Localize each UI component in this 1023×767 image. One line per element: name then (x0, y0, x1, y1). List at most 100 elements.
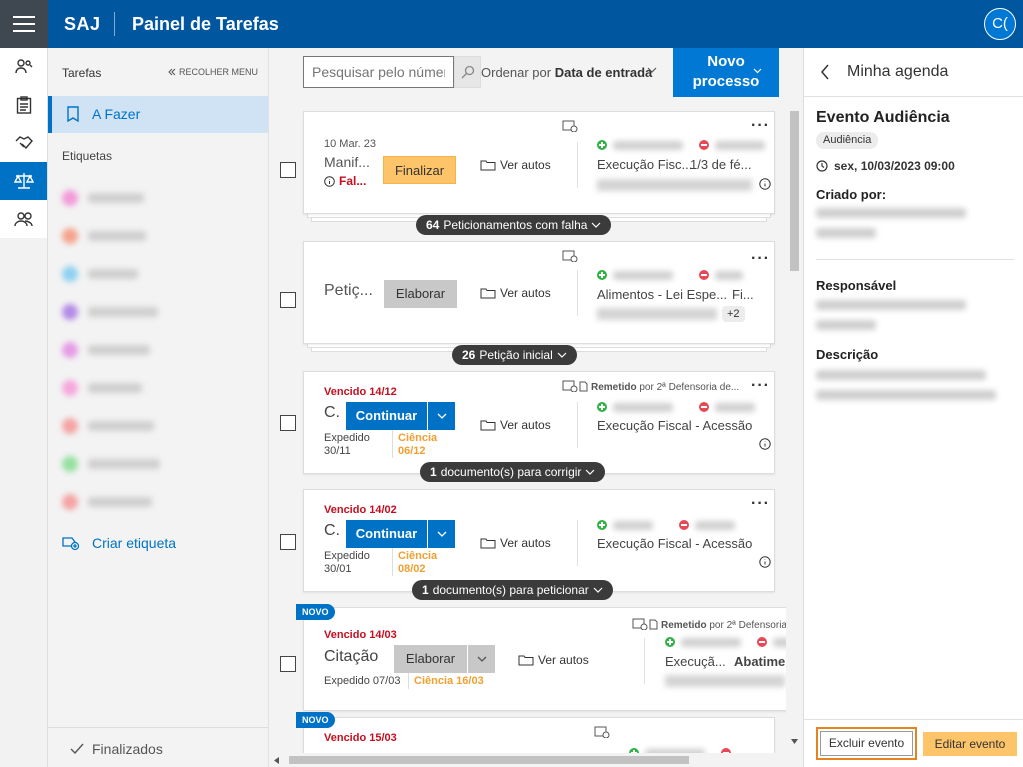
brand-logo[interactable]: SAJ (64, 0, 101, 48)
case-class: Execução Fisc... (597, 157, 693, 172)
tag-item[interactable] (62, 227, 146, 245)
minus-circle-icon (679, 520, 689, 530)
plus-circle-icon (665, 637, 675, 647)
card-title: Petiç... (324, 282, 373, 299)
minus-circle-icon (757, 637, 767, 647)
group-pill[interactable]: 64 Peticionamentos com falha (416, 215, 612, 235)
order-value: Data de entrada (554, 65, 653, 80)
elaborate-button[interactable]: Elaborar (394, 645, 467, 673)
tag-item[interactable] (62, 265, 138, 283)
more-options-icon[interactable]: ··· (751, 118, 770, 134)
order-dropdown[interactable]: Ordenar por Data de entrada (481, 65, 652, 80)
chevron-down-icon (592, 222, 601, 228)
more-options-icon[interactable]: ··· (751, 251, 770, 267)
tag-item[interactable] (62, 303, 158, 321)
description-label: Descrição (816, 347, 879, 362)
collapse-menu-button[interactable]: RECOLHER MENU (168, 67, 258, 77)
finalize-button[interactable]: Finalizar (383, 156, 456, 184)
card-date: 10 Mar. 23 (324, 138, 376, 150)
hamburger-menu-icon[interactable] (0, 0, 48, 48)
continue-button[interactable]: Continuar (346, 520, 427, 548)
chevron-down-icon (557, 352, 567, 358)
new-badge: NOVO (296, 712, 335, 728)
rail-handshake-icon[interactable] (0, 124, 47, 162)
tag-item[interactable] (62, 417, 154, 435)
continue-dropdown-button[interactable] (427, 520, 455, 548)
finalized-button[interactable]: Finalizados (70, 741, 163, 757)
ciencia-label: Ciência (398, 432, 438, 444)
continue-dropdown-button[interactable] (427, 402, 455, 430)
list-vertical-scrollbar[interactable] (786, 97, 803, 753)
scrollbar-thumb[interactable] (289, 756, 689, 764)
task-card[interactable]: Vencido 14/03 Remetido por 2ª Defensoria… (303, 607, 803, 711)
ciencia-date: 06/12 (398, 445, 426, 457)
card-checkbox[interactable] (280, 534, 296, 550)
sidebar-item-a-fazer[interactable]: A Fazer (48, 96, 268, 133)
new-badge: NOVO (296, 604, 335, 620)
task-card[interactable]: ··· 10 Mar. 23 Manif... Fal... Finalizar… (303, 111, 775, 214)
remetido-by: por 2ª Defensoria de... (639, 382, 740, 393)
chevron-down-icon (437, 531, 446, 537)
edit-event-button[interactable]: Editar evento (923, 732, 1017, 756)
task-card[interactable]: Vencido 14/02 ··· C. Continuar Expedido 3… (303, 489, 775, 592)
info-icon (759, 438, 771, 450)
search-icon (461, 65, 474, 79)
group-pill[interactable]: 1 documento(s) para peticionar (412, 580, 613, 600)
list-horizontal-scrollbar[interactable] (269, 753, 803, 767)
task-card[interactable]: ··· Petiç... Elaborar Ver autos Alimento… (303, 241, 775, 344)
event-type-badge: Audiência (816, 132, 879, 149)
parties-row (665, 637, 803, 647)
chevron-down-icon (753, 68, 762, 74)
chevron-left-icon[interactable] (820, 64, 830, 80)
card-checkbox[interactable] (280, 415, 296, 431)
tag-item[interactable] (62, 379, 142, 397)
scrollbar-thumb[interactable] (790, 111, 799, 271)
tag-item[interactable] (62, 341, 150, 359)
more-options-icon[interactable]: ··· (751, 378, 770, 394)
card-checkbox[interactable] (280, 162, 296, 178)
rail-scales-icon[interactable] (0, 162, 47, 200)
more-parties-badge[interactable]: +2 (722, 306, 745, 322)
divider (408, 673, 409, 689)
created-by-label: Criado por: (816, 187, 887, 202)
new-process-button[interactable]: Novo processo (673, 48, 779, 97)
status-text: Fal... (339, 174, 367, 188)
view-records-link[interactable]: Ver autos (480, 536, 551, 550)
more-options-icon[interactable]: ··· (751, 496, 770, 512)
view-records-label: Ver autos (500, 286, 551, 300)
elaborate-dropdown-button[interactable] (467, 645, 495, 673)
user-avatar[interactable]: C( (984, 8, 1016, 40)
view-records-link[interactable]: Ver autos (480, 286, 551, 300)
new-process-label-2: processo (692, 73, 760, 90)
elaborate-button[interactable]: Elaborar (384, 280, 457, 308)
search-input[interactable] (303, 56, 454, 88)
task-card[interactable]: Vencido 15/03 (303, 717, 775, 753)
search-button[interactable] (454, 56, 481, 88)
view-records-link[interactable]: Ver autos (480, 418, 551, 432)
group-count: 1 (430, 465, 437, 479)
minus-circle-icon (699, 140, 709, 150)
card-checkbox[interactable] (280, 292, 296, 308)
rail-users-search-icon[interactable] (0, 48, 47, 86)
calendar-icon (632, 618, 648, 630)
card-checkbox[interactable] (280, 656, 296, 672)
delete-event-button[interactable]: Excluir evento (816, 727, 917, 760)
deadline-label: Vencido 14/02 (324, 504, 397, 516)
group-pill[interactable]: 1 documento(s) para corrigir (420, 462, 606, 482)
rail-clipboard-icon[interactable] (0, 86, 47, 124)
create-tag-button[interactable]: Criar etiqueta (62, 535, 176, 551)
case-class: Execuçã... (665, 654, 726, 669)
view-records-link[interactable]: Ver autos (518, 653, 589, 667)
view-records-link[interactable]: Ver autos (480, 158, 551, 172)
tag-item[interactable] (62, 455, 160, 473)
group-label: documento(s) para peticionar (432, 583, 589, 597)
tag-item[interactable] (62, 493, 152, 511)
tag-item[interactable] (62, 189, 144, 207)
rail-people-icon[interactable] (0, 200, 47, 238)
group-pill[interactable]: 26 Petição inicial (452, 345, 577, 365)
continue-button[interactable]: Continuar (346, 402, 427, 430)
clock-icon (816, 160, 828, 172)
deadline-label: Vencido 14/12 (324, 386, 397, 398)
task-card[interactable]: Vencido 14/12 Remetido por 2ª Defensoria… (303, 371, 775, 474)
chevron-down-icon (647, 67, 657, 73)
